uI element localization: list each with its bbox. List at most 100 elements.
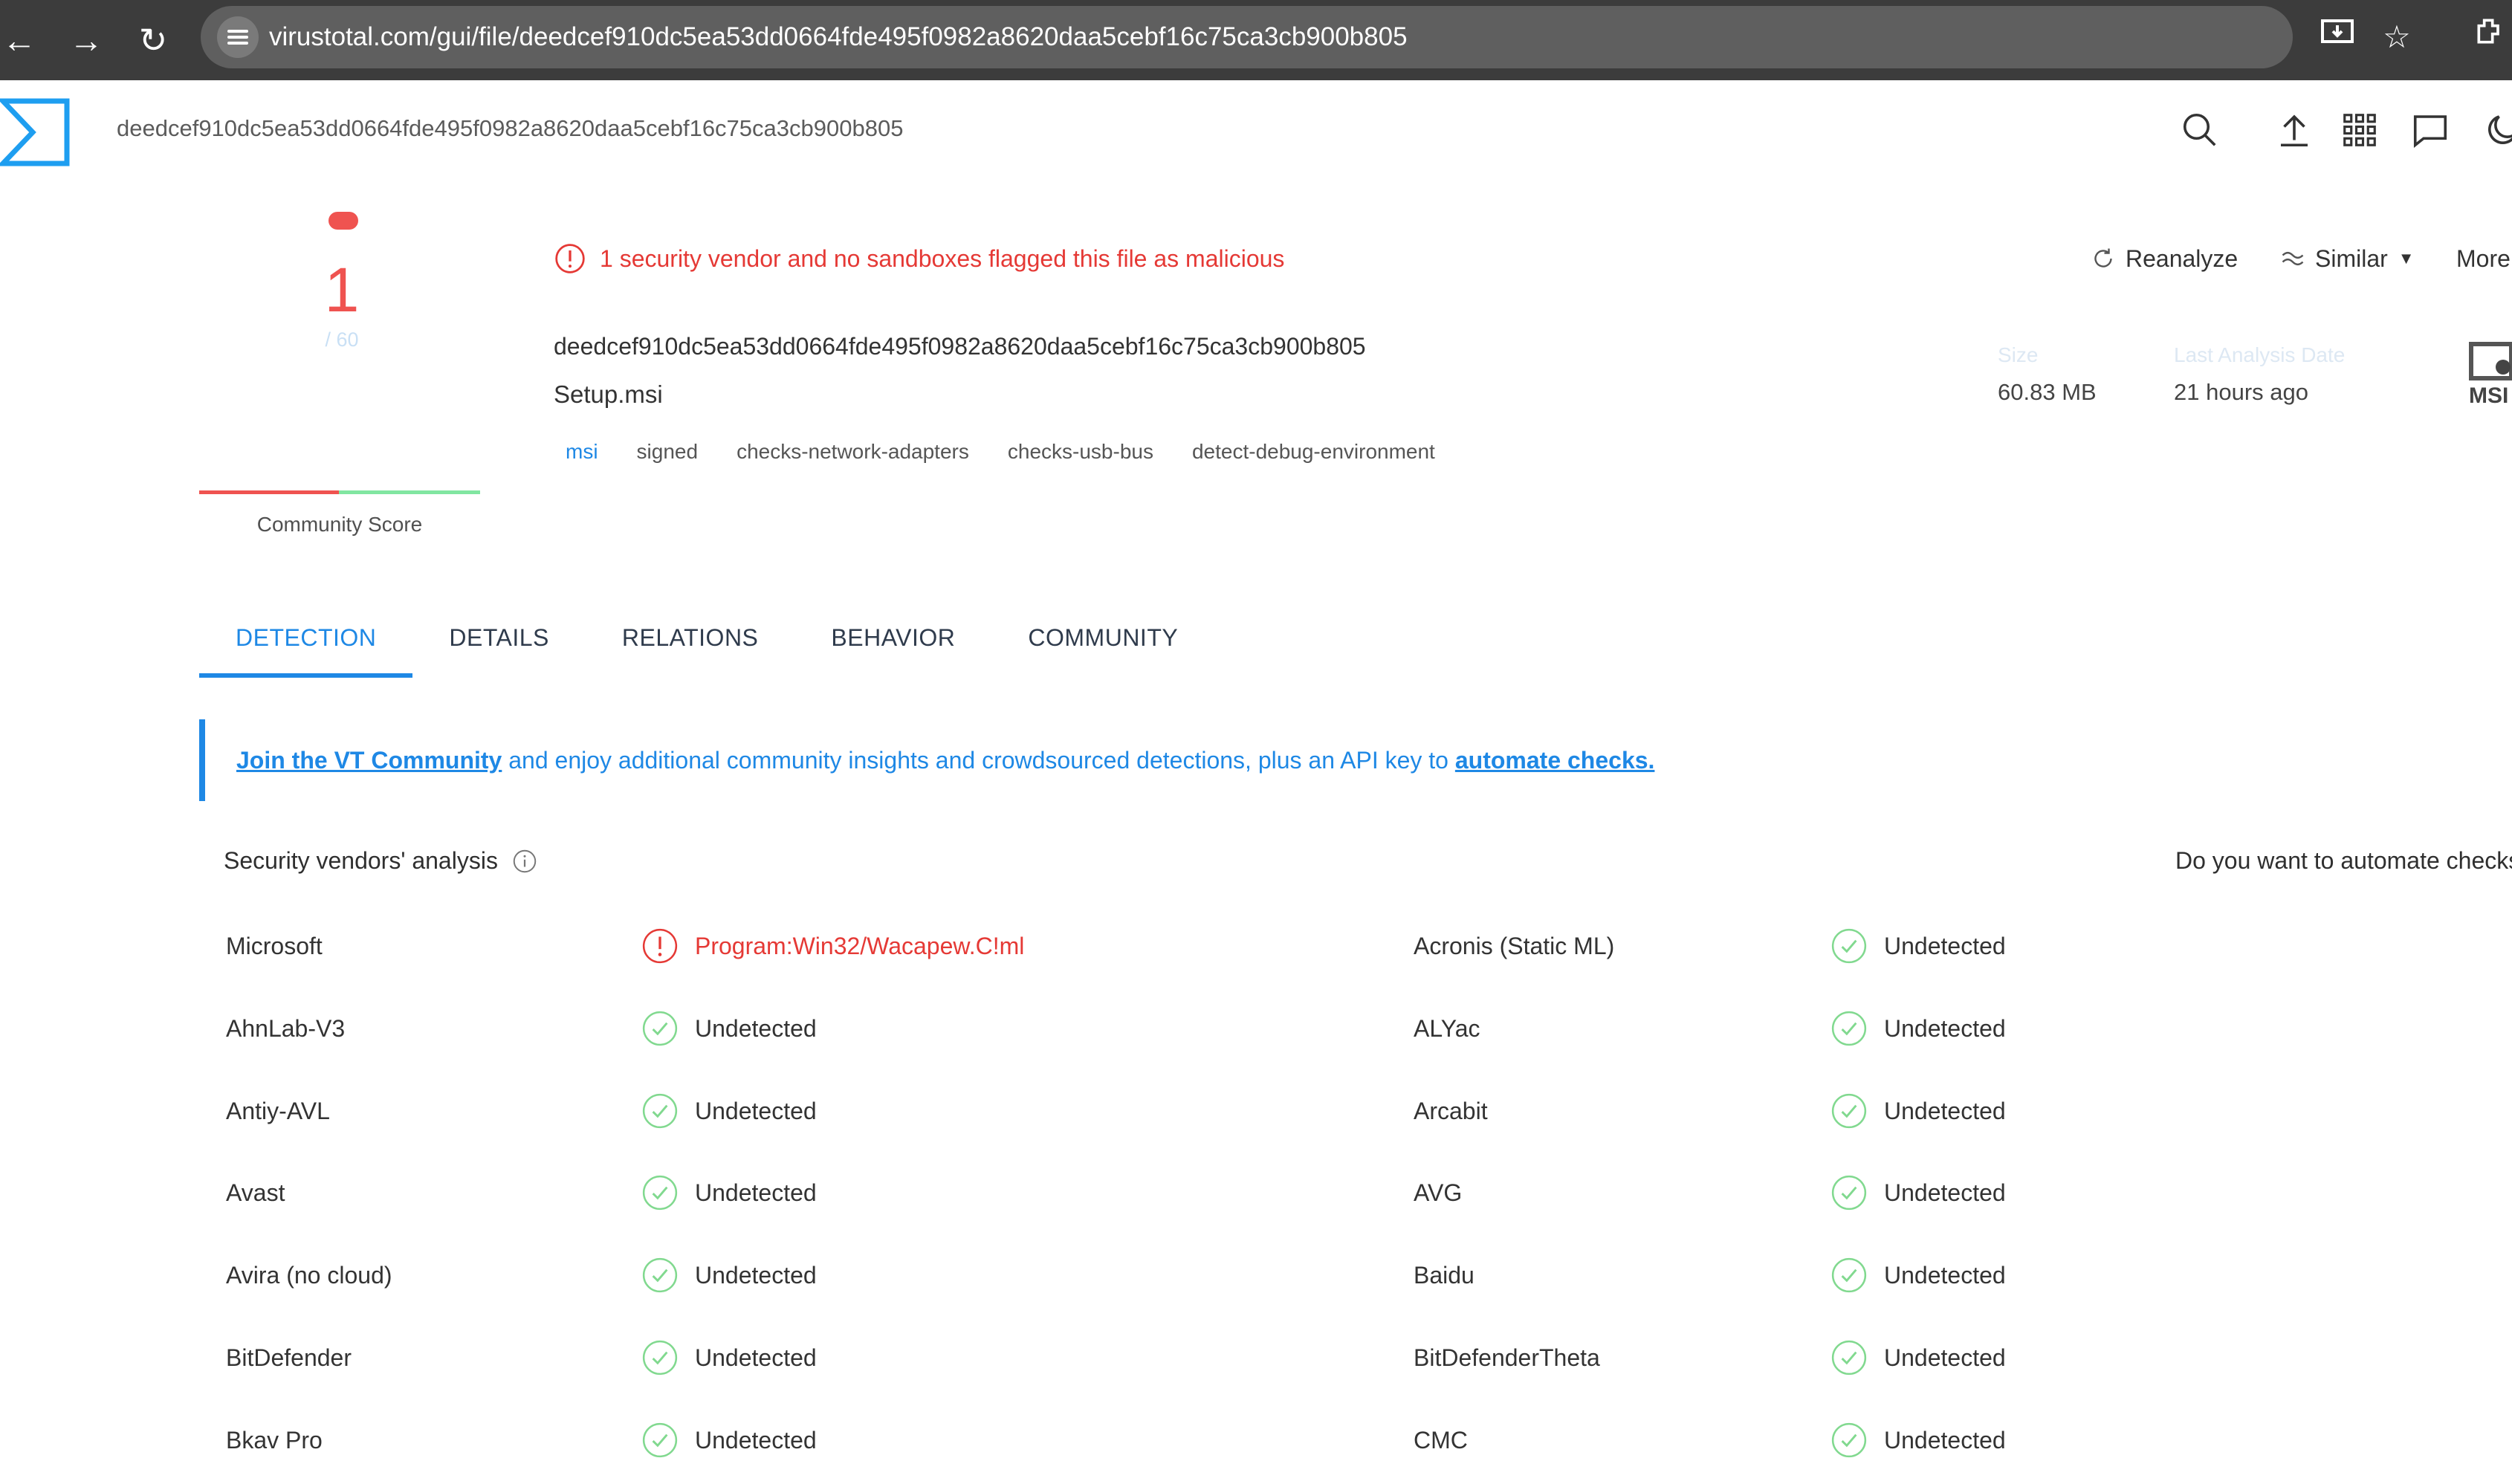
join-community-link[interactable]: Join the VT Community bbox=[236, 747, 502, 774]
more-button[interactable]: More bbox=[2456, 242, 2511, 276]
tag[interactable]: detect-debug-environment bbox=[1180, 437, 1447, 467]
check-circle-icon bbox=[641, 1422, 679, 1459]
search-hash-text[interactable]: deedcef910dc5ea53dd0664fde495f0982a8620d… bbox=[117, 80, 903, 177]
chevron-down-icon: ▼ bbox=[2398, 249, 2415, 268]
dark-mode-icon[interactable] bbox=[2482, 110, 2512, 150]
malicious-alert: 1 security vendor and no sandboxes flagg… bbox=[554, 242, 1284, 276]
community-banner: Join the VT Community and enjoy addition… bbox=[199, 719, 2509, 801]
vendor-name: Microsoft bbox=[226, 933, 323, 959]
vendor-name: AhnLab-V3 bbox=[226, 1014, 346, 1042]
vendor-name: Bkav Pro bbox=[226, 1426, 323, 1454]
vendor-name: BitDefender bbox=[226, 1344, 352, 1371]
vendors-title-text: Security vendors' analysis bbox=[224, 847, 498, 874]
check-circle-icon bbox=[641, 1010, 679, 1047]
tab-relations[interactable]: RELATIONS bbox=[586, 609, 795, 678]
upload-icon[interactable] bbox=[2274, 110, 2314, 150]
check-circle-icon bbox=[1830, 927, 1868, 965]
vendor-row: BitDefender Undetected BitDefenderTheta Und… bbox=[0, 1317, 2512, 1399]
check-circle-icon bbox=[1830, 1010, 1868, 1047]
detection-total: / 60 bbox=[325, 328, 359, 351]
vendor-result: Undetected bbox=[695, 1014, 817, 1042]
similar-icon bbox=[2282, 251, 2304, 266]
vendor-result: Undetected bbox=[1884, 1097, 2006, 1124]
vendor-result: Undetected bbox=[1884, 1344, 2006, 1371]
vendor-result: Program:Win32/Wacapew.C!ml bbox=[695, 933, 1025, 959]
vendor-name: ALYac bbox=[1414, 1014, 1480, 1042]
info-icon[interactable] bbox=[511, 848, 538, 875]
community-score-bar-malicious bbox=[199, 490, 339, 494]
last-analysis-label: Last Analysis Date bbox=[2174, 343, 2346, 366]
vt-header: deedcef910dc5ea53dd0664fde495f0982a8620d… bbox=[0, 80, 2512, 177]
vendor-name: CMC bbox=[1414, 1426, 1468, 1454]
vendor-row: Bkav Pro Undetected CMC Undetected bbox=[0, 1399, 2512, 1481]
tab-details[interactable]: DETAILS bbox=[412, 609, 586, 678]
apps-grid-icon[interactable] bbox=[2340, 110, 2380, 150]
forward-arrow-icon[interactable]: → bbox=[61, 15, 111, 65]
tag[interactable]: signed bbox=[625, 437, 710, 467]
vendor-result: Undetected bbox=[695, 1262, 817, 1289]
more-label: More bbox=[2456, 244, 2511, 272]
check-circle-icon bbox=[641, 1257, 679, 1294]
reanalyze-label: Reanalyze bbox=[2126, 244, 2239, 272]
similar-button[interactable]: Similar ▼ bbox=[2279, 242, 2415, 276]
vendor-name: Avira (no cloud) bbox=[226, 1262, 392, 1289]
extensions-icon[interactable] bbox=[2467, 15, 2512, 59]
browser-toolbar: ← → ↻ virustotal.com/gui/file/deedcef910… bbox=[0, 0, 2512, 80]
alert-circle-icon bbox=[555, 244, 585, 273]
vendor-result: Undetected bbox=[695, 1344, 817, 1371]
vendor-result: Undetected bbox=[1884, 1179, 2006, 1207]
vendor-row: AhnLab-V3 Undetected ALYac Undetected bbox=[0, 988, 2512, 1069]
tag[interactable]: checks-network-adapters bbox=[725, 437, 981, 467]
chat-icon[interactable] bbox=[2410, 110, 2450, 150]
msi-file-icon: MSI bbox=[2469, 342, 2512, 406]
tab-community[interactable]: COMMUNITY bbox=[991, 609, 1214, 678]
vendor-name: BitDefenderTheta bbox=[1414, 1344, 1600, 1371]
community-score-label[interactable]: Community Score bbox=[199, 513, 480, 537]
community-score-bar-harmless bbox=[339, 490, 480, 494]
site-info-icon[interactable] bbox=[217, 16, 259, 58]
vendor-result: Undetected bbox=[1884, 933, 2006, 959]
alert-text: 1 security vendor and no sandboxes flagg… bbox=[600, 244, 1285, 272]
vendor-name: Antiy-AVL bbox=[226, 1097, 330, 1124]
size-label: Size bbox=[1998, 343, 2039, 366]
address-bar[interactable]: virustotal.com/gui/file/deedcef910dc5ea5… bbox=[201, 6, 2293, 68]
vendor-row: Avast Undetected AVG Undetected bbox=[0, 1152, 2512, 1234]
tag[interactable]: checks-usb-bus bbox=[996, 437, 1165, 467]
similar-label: Similar bbox=[2315, 244, 2388, 272]
vendor-result: Undetected bbox=[695, 1426, 817, 1454]
bookmark-star-icon[interactable]: ☆ bbox=[2375, 15, 2419, 59]
vendor-name: Arcabit bbox=[1414, 1097, 1488, 1124]
tag[interactable]: msi bbox=[554, 437, 610, 467]
reanalyze-button[interactable]: Reanalyze bbox=[2090, 242, 2238, 276]
check-circle-icon bbox=[1830, 1339, 1868, 1376]
install-app-icon[interactable] bbox=[2315, 15, 2360, 59]
check-circle-icon bbox=[1830, 1422, 1868, 1459]
url-text[interactable]: virustotal.com/gui/file/deedcef910dc5ea5… bbox=[269, 6, 1408, 68]
check-circle-icon bbox=[1830, 1257, 1868, 1294]
tab-behavior[interactable]: BEHAVIOR bbox=[794, 609, 991, 678]
reanalyze-icon bbox=[2094, 248, 2112, 268]
reload-icon[interactable]: ↻ bbox=[128, 15, 178, 65]
check-circle-icon bbox=[641, 1174, 679, 1211]
automate-checks-prompt[interactable]: Do you want to automate checks? bbox=[2175, 847, 2512, 875]
vendor-result: Undetected bbox=[1884, 1014, 2006, 1042]
file-name: Setup.msi bbox=[554, 380, 663, 408]
svg-text:MSI: MSI bbox=[2469, 383, 2508, 406]
automate-checks-link[interactable]: automate checks. bbox=[1455, 747, 1655, 774]
tab-detection[interactable]: DETECTION bbox=[199, 609, 413, 678]
virustotal-logo-icon[interactable] bbox=[0, 97, 71, 168]
last-analysis-value: 21 hours ago bbox=[2174, 379, 2308, 405]
tab-bar: DETECTION DETAILS RELATIONS BEHAVIOR COM… bbox=[199, 609, 1214, 678]
back-arrow-icon[interactable]: ← bbox=[0, 15, 45, 65]
search-icon[interactable] bbox=[2180, 110, 2220, 150]
vendor-row: Avira (no cloud) Undetected Baidu Undetecte… bbox=[0, 1234, 2512, 1316]
vendor-name: Avast bbox=[226, 1179, 285, 1207]
vendor-result: Undetected bbox=[695, 1179, 817, 1207]
vendor-result: Undetected bbox=[695, 1097, 817, 1124]
vendor-name: Baidu bbox=[1414, 1262, 1474, 1289]
check-circle-icon bbox=[1830, 1174, 1868, 1211]
vendors-title: Security vendors' analysis bbox=[224, 847, 538, 875]
check-circle-icon bbox=[641, 1092, 679, 1130]
vendor-row: Microsoft Program:Win32/Wacapew.C!ml Acron… bbox=[0, 905, 2512, 987]
vendor-name: Acronis (Static ML) bbox=[1414, 933, 1615, 959]
